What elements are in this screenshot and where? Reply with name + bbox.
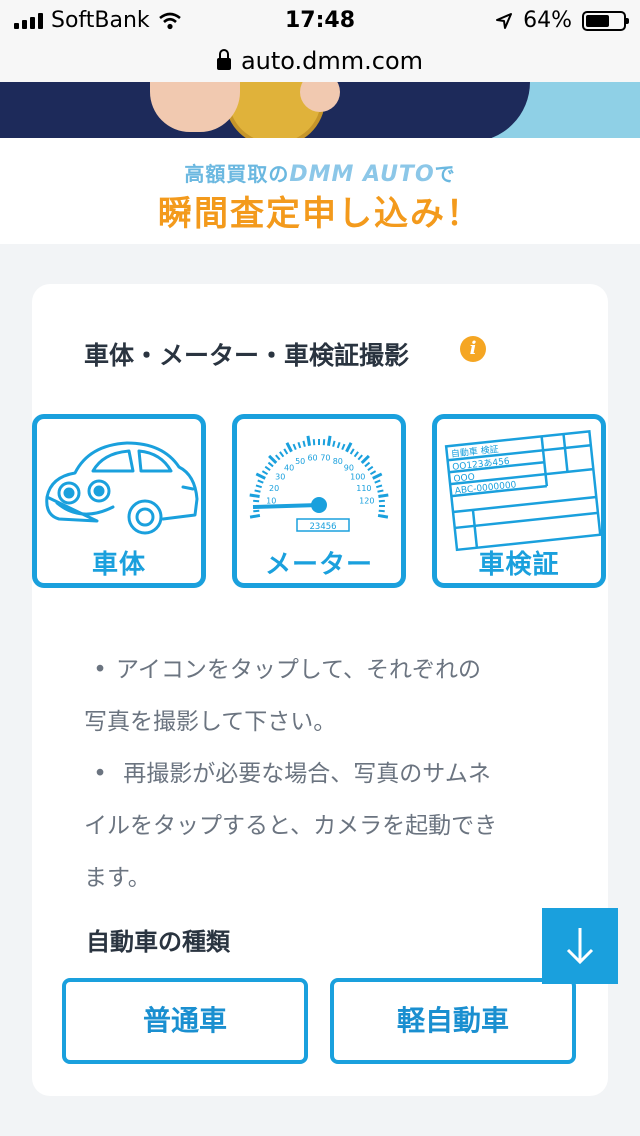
photo-button-certificate[interactable]: 自動車 検証 OO123あ456 OOO ABC-0000000 車検証 — [432, 414, 606, 588]
note-item-1: • アイコンをタップして、それぞれの — [84, 644, 564, 696]
meter-tick-label: 60 — [307, 453, 317, 462]
photo-label-meter: メーター — [264, 550, 373, 580]
meter-hub — [311, 497, 327, 513]
meter-tick — [377, 513, 389, 519]
meter-tick — [372, 472, 383, 480]
meter-tick — [341, 443, 346, 451]
photo-label-body: 車体 — [91, 550, 146, 580]
meter-tick-label: 30 — [275, 473, 285, 482]
car-type-title: 自動車の種類 — [86, 928, 230, 956]
meter-tick-label: 110 — [356, 484, 371, 493]
odometer-value: 23456 — [309, 522, 336, 532]
info-icon[interactable]: i — [460, 336, 486, 362]
note-1-line-2: 写真を撮影して下さい。 — [84, 709, 337, 735]
meter-tick-label: 100 — [350, 473, 365, 482]
meter-tick — [253, 509, 260, 513]
meter-tick — [357, 454, 363, 461]
meter-tick — [378, 509, 385, 513]
meter-tick-label: 90 — [344, 463, 354, 472]
meter-tick — [336, 441, 341, 449]
meter-tick-label: 70 — [320, 453, 330, 462]
meter-tick-label: 20 — [269, 484, 279, 493]
note-2-line-3: ます。 — [84, 865, 151, 891]
meter-tick — [249, 513, 261, 519]
note-item-2: • 再撮影が必要な場合、写真のサムネ — [84, 748, 564, 800]
meter-tick — [254, 489, 261, 493]
meter-tick — [264, 465, 271, 472]
meter-tick — [261, 470, 269, 476]
photo-label-certificate: 車検証 — [478, 550, 560, 580]
bullet: • — [93, 657, 107, 683]
location-arrow-icon — [496, 12, 513, 29]
meter-tick — [364, 461, 371, 468]
address-bar[interactable]: auto.dmm.com — [0, 40, 640, 82]
status-right: 64% — [495, 8, 629, 33]
meter-tick-label: 120 — [359, 496, 374, 505]
meter-tick — [377, 489, 384, 493]
meter-tick — [297, 441, 302, 449]
meter-tick — [349, 448, 355, 455]
hero-image — [0, 82, 640, 138]
banner-sub-suffix: で — [434, 162, 456, 186]
meter-tick — [292, 443, 297, 451]
meter-tick — [374, 479, 381, 484]
meter-tick — [375, 484, 383, 489]
meter-tick-label: 80 — [333, 457, 343, 466]
note-2-line-1: 再撮影が必要な場合、写真のサムネ — [116, 761, 491, 787]
banner-sub-prefix: 高額買取の — [184, 162, 290, 186]
meter-tick — [268, 454, 278, 464]
banner-headline: 瞬間査定申し込み！ — [158, 194, 482, 234]
instructions: • アイコンをタップして、それぞれの 写真を撮影して下さい。 • 再撮影が必要な場… — [84, 644, 564, 904]
photo-card: 車体・メーター・車検証撮影 i 車体 10 20 30 40 50 60 70 80 90 100… — [32, 284, 608, 1096]
meter-tick — [326, 435, 332, 446]
meter-tick — [255, 484, 263, 489]
meter-tick-label: 10 — [266, 496, 276, 505]
meter-tick — [360, 454, 370, 464]
meter-tick — [367, 465, 374, 472]
note-2-line-2: イルをタップすると、カメラを起動でき — [84, 813, 498, 839]
meter-tick — [353, 451, 359, 458]
battery-percent: 64% — [523, 8, 572, 33]
meter-tick — [257, 479, 264, 484]
meter-tick — [332, 440, 336, 447]
meter-tick — [267, 461, 274, 468]
battery-icon — [582, 10, 629, 31]
meter-tick — [302, 440, 306, 447]
dmm-auto-logo: DMM AUTO — [289, 162, 435, 187]
note-1-line-1: アイコンをタップして、それぞれの — [116, 657, 482, 683]
url-text[interactable]: auto.dmm.com — [241, 47, 423, 75]
meter-tick — [255, 472, 266, 480]
battery-fill — [586, 14, 610, 27]
meter-tick-label: 40 — [284, 463, 294, 472]
banner: 高額買取のDMM AUTOで 瞬間査定申し込み！ — [0, 138, 640, 244]
banner-subtitle: 高額買取のDMM AUTOで — [0, 158, 640, 187]
meter-tick — [275, 454, 281, 461]
lock-icon — [216, 49, 231, 70]
meter-tick — [369, 470, 377, 476]
meter-tick — [285, 442, 293, 453]
photo-button-meter[interactable]: 10 20 30 40 50 60 70 80 90 100 110 120 23456 メーター — [232, 414, 406, 588]
section-title: 車体・メーター・車検証撮影 — [84, 341, 410, 370]
arrow-down-icon — [566, 928, 594, 965]
meter-tick — [283, 448, 289, 455]
regular-car-button[interactable]: 普通車 — [62, 978, 308, 1064]
meter-tick-label: 50 — [295, 457, 305, 466]
bullet: • — [93, 761, 107, 787]
meter-tick — [249, 493, 260, 498]
meter-needle — [252, 503, 320, 509]
status-bar: SoftBank 17:48 64% — [0, 0, 640, 40]
meter-tick — [345, 442, 353, 453]
kei-car-button[interactable]: 軽自動車 — [330, 978, 576, 1064]
meter-tick — [378, 493, 389, 498]
meter-tick — [279, 451, 285, 458]
photo-button-body[interactable]: 車体 — [32, 414, 206, 588]
meter-tick — [306, 435, 312, 446]
scroll-down-button[interactable] — [542, 908, 618, 984]
